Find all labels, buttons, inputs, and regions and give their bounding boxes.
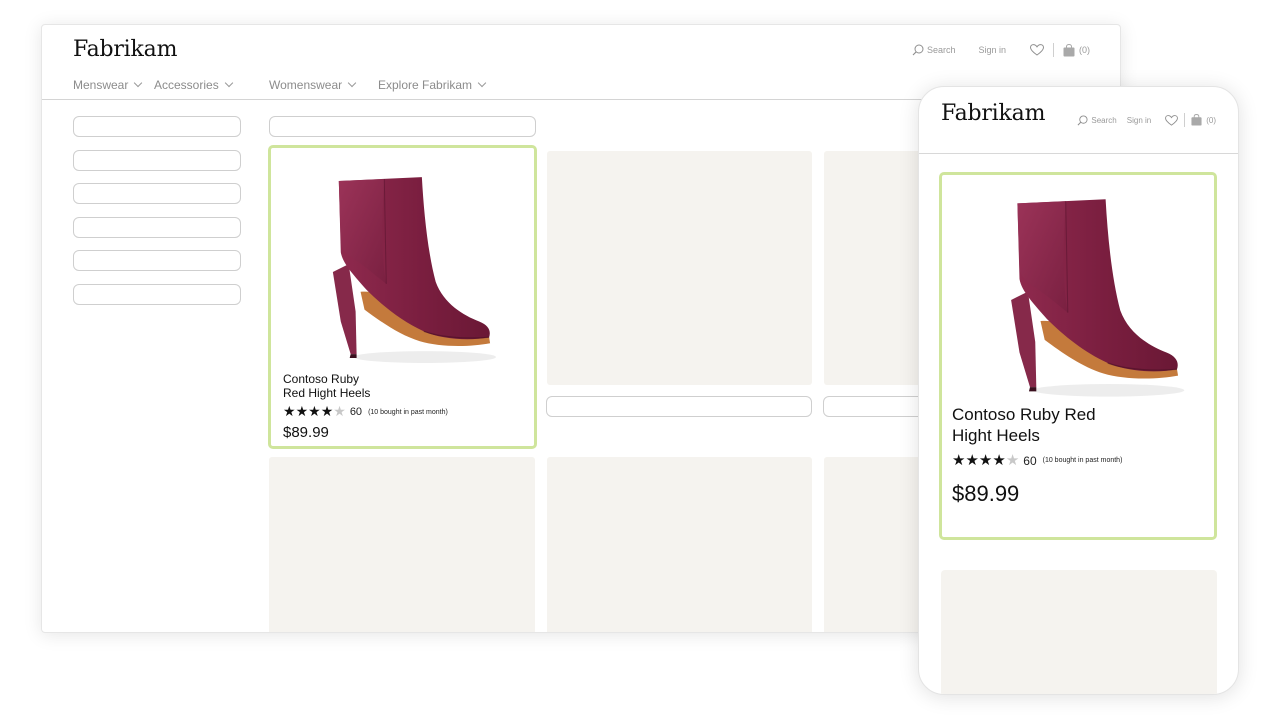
product-image — [321, 172, 499, 372]
rating: ★ ★ ★ ★ ★ 60 (10 bought in past month) — [952, 453, 1122, 468]
cart-link[interactable]: (0) — [1191, 114, 1216, 126]
star-icon: ★ — [333, 404, 346, 420]
nav-item-menswear[interactable]: Menswear — [73, 78, 143, 92]
search-label: Search — [1091, 115, 1117, 125]
chevron-down-icon — [224, 78, 233, 88]
star-icon: ★ — [320, 404, 334, 420]
nav-label: Explore Fabrikam — [378, 78, 473, 92]
product-name[interactable]: Contoso Ruby Red Hight Heels — [283, 372, 483, 400]
search-icon — [912, 44, 924, 56]
product-name[interactable]: Contoso Ruby Red Hight Heels — [952, 404, 1192, 446]
star-rating: ★ ★ ★ ★ ★ — [952, 453, 1019, 468]
header-utility-bar: Search Sign in (0) — [912, 43, 1090, 57]
shopping-bag-icon — [1191, 114, 1202, 126]
star-icon: ★ — [978, 451, 993, 469]
star-icon: ★ — [283, 404, 296, 420]
star-icon: ★ — [295, 404, 309, 420]
product-card-highlighted[interactable]: Contoso Ruby Red Hight Heels ★ ★ ★ ★ ★ 60 (1… — [268, 145, 537, 449]
nav-item-accessories[interactable]: Accessories — [154, 78, 233, 92]
nav-label: Womenswear — [269, 78, 343, 92]
filter-placeholder[interactable] — [73, 250, 241, 271]
heart-icon[interactable] — [1165, 114, 1179, 126]
filter-placeholder[interactable] — [73, 217, 241, 238]
cart-count: (0) — [1206, 115, 1216, 125]
filter-placeholder[interactable] — [73, 284, 241, 305]
product-placeholder — [269, 457, 535, 632]
product-name-line: Contoso Ruby — [283, 372, 360, 386]
chevron-down-icon — [477, 78, 487, 88]
product-price: $89.99 — [952, 481, 1020, 506]
header-divider — [919, 153, 1238, 154]
header-utility-bar: Search Sign in (0) — [1077, 113, 1216, 127]
star-icon: ★ — [1005, 451, 1020, 469]
product-name-line: Contoso Ruby Red — [952, 405, 1096, 424]
filter-placeholder[interactable] — [73, 183, 241, 204]
search-link[interactable]: Search — [1077, 114, 1117, 126]
rating: ★ ★ ★ ★ ★ 60 (10 bought in past month) — [283, 405, 448, 419]
bought-note: (10 bought in past month) — [368, 408, 448, 416]
star-rating: ★ ★ ★ ★ ★ — [283, 405, 346, 419]
signin-link[interactable]: Sign in — [1127, 116, 1151, 125]
star-icon: ★ — [992, 451, 1006, 469]
sort-placeholder[interactable] — [269, 116, 536, 137]
brand-logo[interactable]: Fabrikam — [941, 101, 1045, 126]
nav-label: Accessories — [154, 78, 219, 92]
search-icon — [1077, 114, 1088, 125]
chevron-down-icon — [134, 78, 143, 88]
nav-label: Menswear — [73, 78, 129, 92]
heart-icon[interactable] — [1030, 44, 1044, 56]
signin-link[interactable]: Sign in — [978, 45, 1006, 55]
shopping-bag-icon — [1063, 43, 1075, 56]
nav-item-explore-fabrikam[interactable]: Explore Fabrikam — [378, 78, 487, 92]
utility-separator — [1053, 43, 1054, 57]
review-count: 60 — [349, 406, 363, 418]
nav-item-womenswear[interactable]: Womenswear — [269, 78, 357, 92]
search-label: Search — [926, 45, 956, 55]
star-icon: ★ — [965, 451, 979, 469]
filter-placeholder[interactable] — [73, 116, 241, 137]
mobile-frame: Fabrikam Search Sign in (0) Contoso Ruby… — [918, 86, 1239, 695]
product-price: $89.99 — [283, 424, 329, 441]
product-image — [998, 195, 1188, 405]
bought-note: (10 bought in past month) — [1042, 457, 1123, 464]
product-card-highlighted[interactable]: Contoso Ruby Red Hight Heels ★ ★ ★ ★ ★ 60 (1… — [939, 172, 1217, 540]
product-name-line: Hight Heels — [952, 426, 1040, 445]
search-link[interactable]: Search — [912, 44, 956, 56]
utility-separator — [1184, 113, 1186, 127]
review-count: 60 — [1023, 453, 1037, 468]
star-icon: ★ — [308, 404, 321, 420]
filter-placeholder[interactable] — [73, 150, 241, 171]
stage: Fabrikam Search Sign in (0) Menswear Acc… — [0, 0, 1280, 720]
star-icon: ★ — [952, 451, 966, 469]
product-caption-placeholder — [546, 396, 812, 417]
cart-link[interactable]: (0) — [1063, 43, 1090, 57]
product-placeholder — [547, 151, 812, 385]
brand-logo[interactable]: Fabrikam — [73, 37, 177, 62]
product-placeholder — [547, 457, 812, 632]
product-name-line: Red Hight Heels — [283, 386, 371, 400]
product-placeholder — [941, 570, 1217, 694]
cart-count: (0) — [1079, 45, 1090, 55]
chevron-down-icon — [347, 78, 357, 88]
